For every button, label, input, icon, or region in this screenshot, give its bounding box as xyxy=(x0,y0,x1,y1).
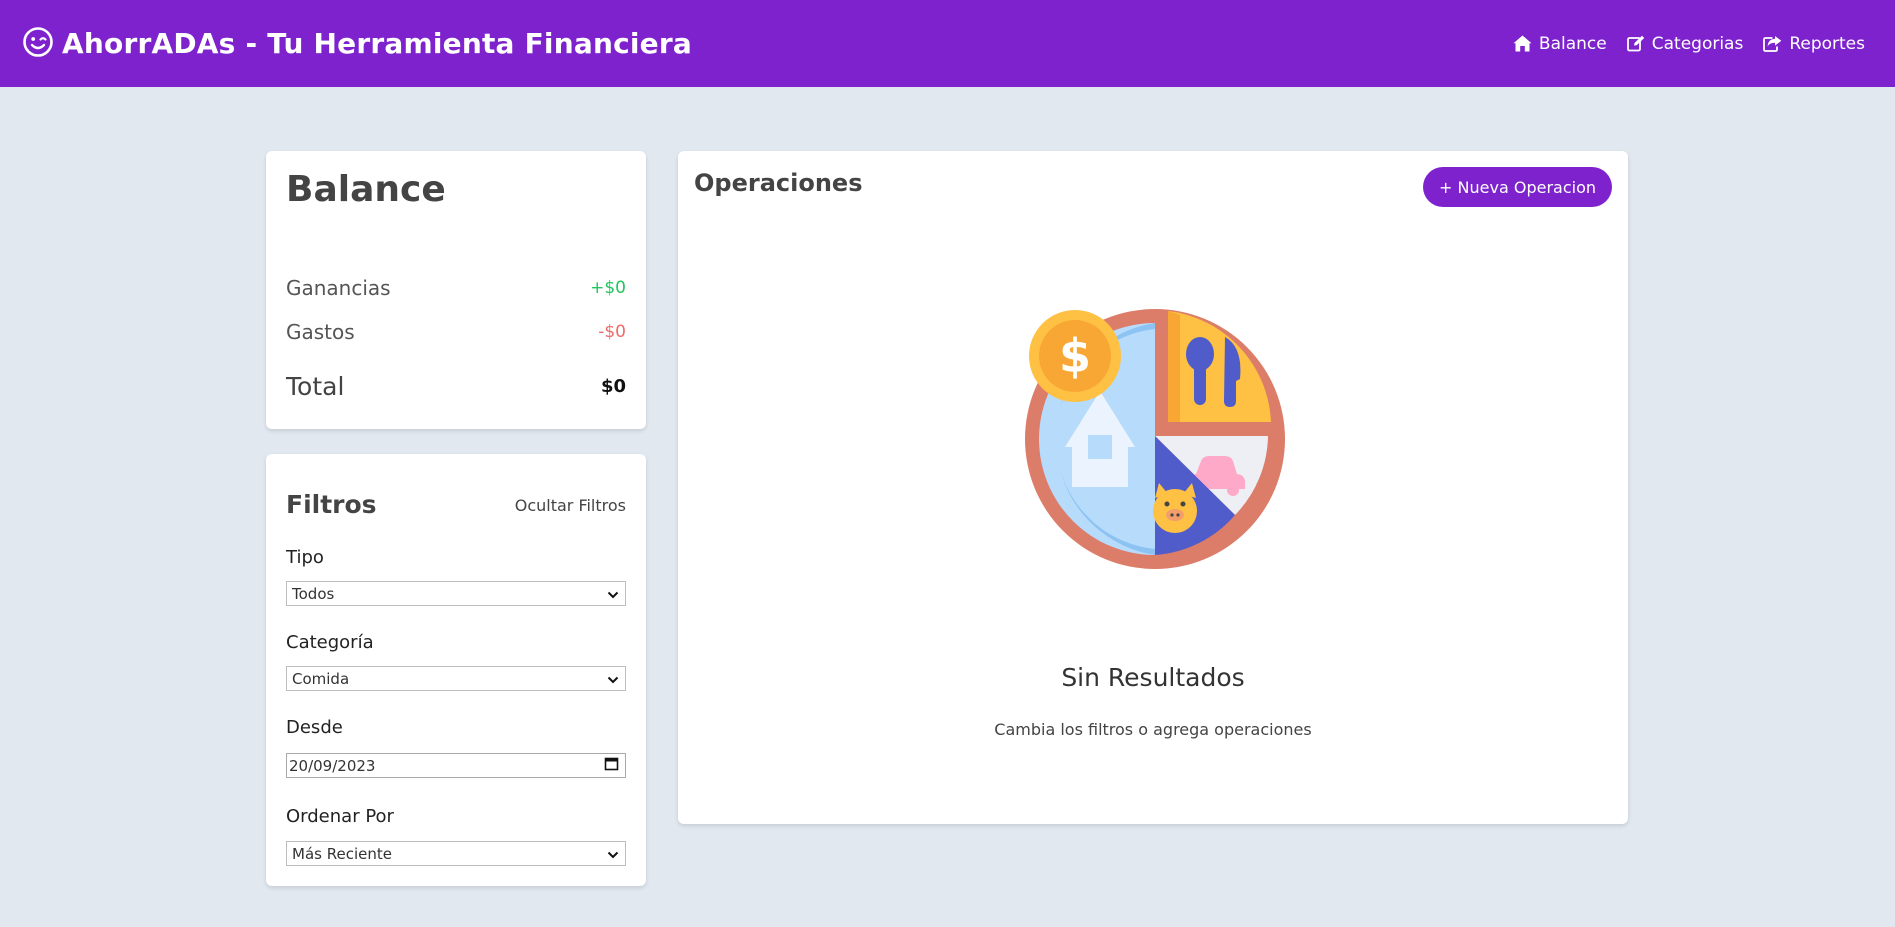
nav-balance-label: Balance xyxy=(1538,33,1607,54)
nav-reportes-label: Reportes xyxy=(1789,33,1865,54)
filters-card: Filtros Ocultar Filtros Tipo Todos Categ… xyxy=(266,454,646,886)
hide-filters-link[interactable]: Ocultar Filtros xyxy=(515,496,626,515)
balance-card: Balance Ganancias +$0 Gastos -$0 Total $… xyxy=(266,151,646,429)
calendar-icon[interactable] xyxy=(604,756,619,775)
desde-date-value: 20/09/2023 xyxy=(289,756,376,775)
operations-card: Operaciones + Nueva Operacion $ Sin Resu… xyxy=(678,151,1628,824)
no-results-subtitle: Cambia los filtros o agrega operaciones xyxy=(994,720,1312,739)
gastos-row: Gastos -$0 xyxy=(286,320,626,344)
nav-reportes[interactable]: Reportes xyxy=(1763,34,1865,54)
nav-links: Balance Categorias Reportes xyxy=(1513,34,1865,54)
nav-categorias[interactable]: Categorias xyxy=(1626,33,1744,54)
gastos-label: Gastos xyxy=(286,320,355,344)
brand[interactable]: AhorrADAs - Tu Herramienta Financiera xyxy=(22,26,692,62)
nav-balance[interactable]: Balance xyxy=(1513,34,1607,54)
top-navbar: AhorrADAs - Tu Herramienta Financiera Ba… xyxy=(0,0,1895,87)
ordenar-select[interactable]: Más Reciente xyxy=(286,841,626,866)
desde-date-input[interactable]: 20/09/2023 xyxy=(286,753,626,778)
tipo-select-value: Todos xyxy=(292,584,335,603)
svg-text:$: $ xyxy=(1059,329,1091,383)
operations-title: Operaciones xyxy=(694,169,863,197)
tipo-label: Tipo xyxy=(286,547,324,568)
no-results-title: Sin Resultados xyxy=(1061,663,1245,692)
app-title: AhorrADAs - Tu Herramienta Financiera xyxy=(62,27,692,60)
smile-wink-icon xyxy=(22,26,54,62)
balance-title: Balance xyxy=(286,169,446,210)
share-square-icon xyxy=(1763,35,1782,52)
ordenar-label: Ordenar Por xyxy=(286,806,394,827)
chevron-down-icon xyxy=(607,585,619,603)
total-label: Total xyxy=(286,372,345,401)
new-operation-button[interactable]: + Nueva Operacion xyxy=(1423,167,1612,207)
chevron-down-icon xyxy=(607,670,619,688)
total-value: $0 xyxy=(600,376,626,397)
home-icon xyxy=(1513,35,1532,52)
ganancias-value: +$0 xyxy=(590,278,626,298)
budget-pie-icon: $ xyxy=(1020,299,1290,569)
gastos-value: -$0 xyxy=(598,322,626,342)
filters-title: Filtros xyxy=(286,490,377,519)
desde-label: Desde xyxy=(286,717,343,738)
edit-icon xyxy=(1626,35,1645,52)
ganancias-label: Ganancias xyxy=(286,276,391,300)
nav-categorias-label: Categorias xyxy=(1651,33,1744,54)
ganancias-row: Ganancias +$0 xyxy=(286,276,626,300)
categoria-label: Categoría xyxy=(286,632,374,653)
chevron-down-icon xyxy=(607,845,619,863)
total-row: Total $0 xyxy=(286,372,626,401)
ordenar-select-value: Más Reciente xyxy=(292,844,392,863)
tipo-select[interactable]: Todos xyxy=(286,581,626,606)
categoria-select-value: Comida xyxy=(292,669,350,688)
categoria-select[interactable]: Comida xyxy=(286,666,626,691)
